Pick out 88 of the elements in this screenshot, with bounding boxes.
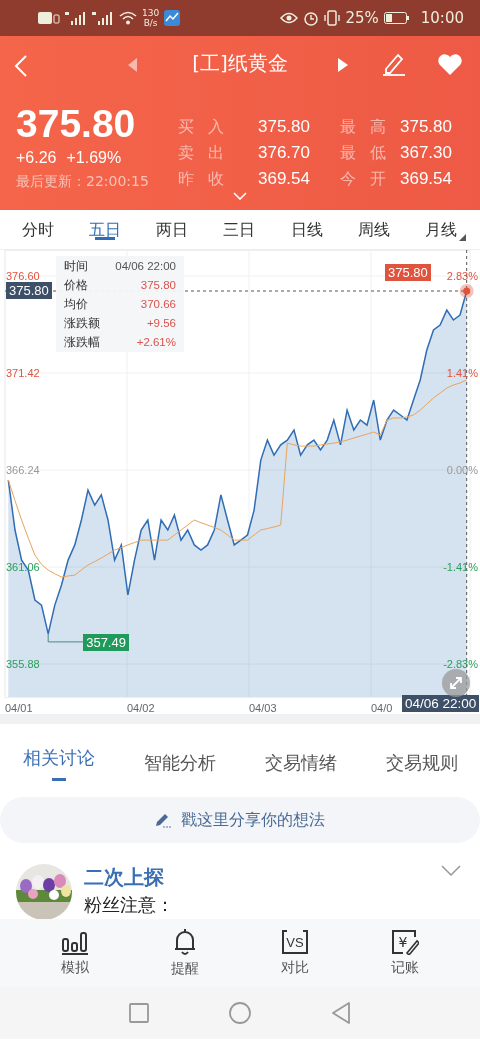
post-text: 粉丝注意：	[84, 893, 174, 917]
price-tag: 375.80	[385, 264, 431, 281]
quote-value: 376.70	[257, 142, 310, 164]
tooltip-label: 涨跌额	[64, 316, 100, 330]
pencil-icon	[155, 812, 173, 828]
quote-value: 375.80	[400, 116, 452, 138]
quote-label: 最低	[339, 142, 400, 164]
wifi-icon	[119, 11, 137, 25]
next-icon[interactable]	[338, 58, 348, 72]
crosshair-dot	[459, 284, 474, 298]
tooltip-value: 375.80	[139, 278, 176, 292]
tooltip-value: +9.56	[145, 316, 176, 330]
signal-icon	[92, 11, 114, 25]
pencil-icon[interactable]	[382, 52, 406, 76]
x-axis-label: 04/03	[249, 702, 277, 715]
last-updated: 最后更新：22:00:15	[16, 173, 149, 191]
battery-icon	[383, 12, 410, 24]
y-axis-label: 366.24	[6, 464, 40, 478]
speed-unit: B/s	[143, 18, 158, 28]
alarm-icon	[303, 10, 320, 26]
y-axis-label: 371.42	[6, 367, 40, 381]
bar-chart-icon	[61, 929, 89, 955]
nav-button[interactable]: ¥ 记账	[370, 929, 440, 977]
signal-icon	[65, 11, 87, 25]
percent-axis-label: 2.83%	[446, 270, 478, 283]
nav-button[interactable]: 提醒	[150, 928, 220, 978]
chevron-down-icon[interactable]	[441, 865, 461, 876]
period-tab[interactable]: 日线	[284, 210, 329, 240]
period-tab[interactable]: 周线	[351, 210, 396, 240]
period-tab[interactable]: 三日	[217, 210, 262, 240]
share-placeholder: 戳这里分享你的想法	[181, 809, 325, 831]
section-tab[interactable]: 交易情绪	[265, 724, 337, 779]
battery-percent: 25%	[345, 9, 379, 27]
x-axis-label: 04/0	[371, 702, 393, 715]
quote-label: 卖出	[178, 142, 236, 164]
page-title: [工]纸黄金	[192, 51, 288, 75]
back-icon[interactable]	[331, 1002, 351, 1024]
nav-button[interactable]: VS 对比	[260, 929, 330, 977]
tooltip-label: 均价	[64, 297, 89, 311]
tooltip-label: 时间	[64, 259, 89, 273]
quote-value: 375.80	[257, 116, 310, 138]
quote-label: 昨收	[178, 168, 236, 190]
vibrate-icon	[324, 10, 341, 26]
x-axis-label: 04/01	[5, 702, 33, 715]
section-tab[interactable]: 智能分析	[144, 724, 216, 779]
y-axis-label: 355.88	[6, 658, 40, 672]
post-author[interactable]: 二次上探	[84, 864, 174, 890]
heart-icon[interactable]	[437, 53, 463, 76]
quote-value: 369.54	[400, 168, 452, 190]
quote-value: 369.54	[257, 168, 310, 190]
quote-label: 买入	[178, 116, 236, 138]
tooltip-label: 涨跌幅	[64, 335, 100, 349]
clock-time: 10:00	[420, 9, 464, 27]
change-percent: +1.69%	[66, 148, 122, 168]
nav-button[interactable]: 模拟	[40, 929, 110, 977]
quote-label: 今开	[339, 168, 400, 190]
tooltip-value: 04/06 22:00	[114, 259, 176, 273]
period-tab[interactable]: 五日	[83, 210, 128, 240]
tooltip-value: 370.66	[139, 297, 176, 311]
period-tab[interactable]: 两日	[150, 210, 195, 240]
app-icon	[164, 10, 181, 26]
quote-value: 367.30	[400, 142, 452, 164]
period-tab[interactable]: 分时	[16, 210, 60, 240]
bell-icon	[172, 928, 198, 956]
percent-axis-label: 0.00%	[446, 464, 478, 478]
tooltip-value: +2.61%	[135, 335, 176, 349]
current-price: 375.80	[16, 102, 136, 146]
section-tab[interactable]: 相关讨论	[23, 724, 95, 779]
price-tag: 375.80	[6, 282, 52, 299]
x-axis-label: 04/02	[127, 702, 155, 715]
price-change: +6.26	[16, 148, 57, 168]
leader-line	[47, 633, 84, 643]
section-tab[interactable]: 交易规则	[386, 724, 458, 779]
quote-label: 最高	[339, 116, 400, 138]
period-tab[interactable]: 月线	[418, 210, 472, 240]
percent-axis-label: -1.41%	[443, 561, 478, 575]
recents-icon[interactable]	[129, 1003, 149, 1023]
percent-axis-label: -2.83%	[443, 658, 478, 672]
y-axis-label: 376.60	[6, 270, 40, 283]
tooltip-label: 价格	[64, 278, 89, 292]
eye-icon	[280, 12, 299, 24]
home-icon[interactable]	[229, 1002, 251, 1024]
share-field[interactable]: 戳这里分享你的想法	[0, 797, 480, 843]
expand-icon[interactable]	[442, 669, 470, 697]
network-speed: 130	[142, 8, 160, 18]
percent-axis-label: 1.41%	[446, 367, 478, 381]
time-tag: 04/06 22:00	[402, 695, 480, 712]
low-price-tag: 357.49	[83, 633, 129, 651]
